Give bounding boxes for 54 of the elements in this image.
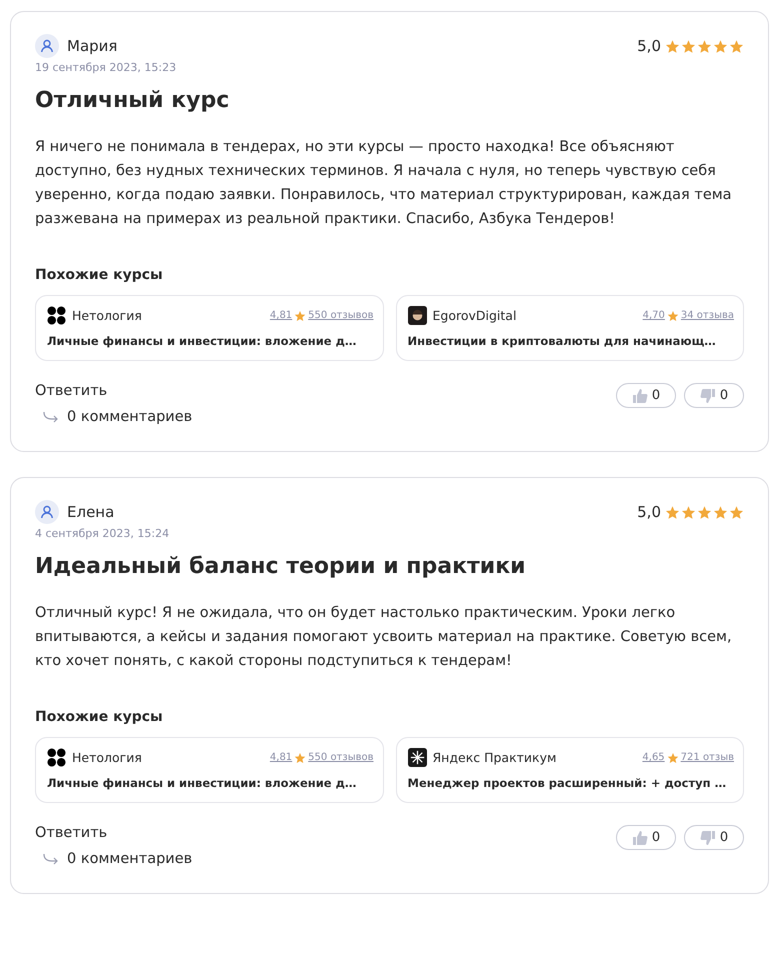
author-name: Мария [67,37,118,55]
star-icon [729,504,744,520]
star-icon [294,310,306,322]
thumbs-down-icon [700,388,716,404]
school-name: EgorovDigital [432,308,516,323]
star-icon [713,38,728,54]
school-name: Яндекс Практикум [432,750,556,765]
review-title: Отличный курс [35,88,230,113]
review-text: Я ничего не понимала в тендерах, но эти курсы — просто находка! Все объясняют доступно, без нудных технических терминов. Я начала с нуля, но теперь чувствую себя уверенно, когда подаю заявки. Понравилось, что материал структурирован, каждая тема разжевана на примерах из реальной практики. Спасибо, Азбука Тендеров! [35,138,733,229]
review-text: Отличный курс! Я не ожидала, что он будет настолько практическим. Уроки легко впитываются, а кейсы и задания помогают усвоить материал на практике. Советую всем, кто хочет понять, с какой стороны подступиться к тендерам! [35,604,733,671]
star-icon [666,310,679,322]
review-title: Идеальный баланс теории и практики [35,554,527,579]
logo-icon [408,306,426,325]
comments-count[interactable]: 0 комментариев [67,851,192,867]
logo-icon [47,748,66,767]
section-heading: Похожие курсы [35,267,164,283]
thumbs-up-icon [632,388,648,404]
star-icon [665,504,680,520]
logo-icon [47,306,66,325]
star-icon [681,38,696,54]
dislike-button[interactable]: 0 [684,825,744,850]
school-name: Нетология [72,750,142,765]
review-date: 4 сентября 2023, 15:24 [35,527,170,540]
star-icon [697,38,712,54]
dislike-button[interactable]: 0 [684,383,744,408]
reply-link[interactable]: Ответить [35,825,192,841]
comments-count[interactable]: 0 комментариев [67,409,192,425]
thumbs-down-icon [700,830,716,846]
star-icon [294,752,306,764]
thumbs-up-icon [632,830,648,846]
reply-link[interactable]: Ответить [35,383,192,399]
course-title: Личные финансы и инвестиции: вложение д… [47,776,358,790]
star-icon [681,504,696,520]
reply-arrow-icon [43,853,59,865]
star-icon [665,38,680,54]
review-date: 19 сентября 2023, 15:23 [35,61,178,74]
star-icon [713,504,728,520]
user-icon [35,34,59,58]
star-icon [666,752,679,764]
course-title: Менеджер проектов расширенный: + доступ … [408,776,728,790]
star-icon [697,504,712,520]
star-icon [729,38,744,54]
user-icon [35,500,59,524]
author-name: Елена [67,503,114,521]
course-title: Личные финансы и инвестиции: вложение д… [47,334,358,348]
like-button[interactable]: 0 [616,825,676,850]
rating-value: 5,0 [637,503,661,521]
course-title: Инвестиции в криптовалюты для начинающ… [408,334,717,348]
like-button[interactable]: 0 [616,383,676,408]
section-heading: Похожие курсы [35,709,164,725]
school-name: Нетология [72,308,142,323]
reply-arrow-icon [43,411,59,423]
rating-value: 5,0 [637,37,661,55]
logo-icon [408,748,426,767]
